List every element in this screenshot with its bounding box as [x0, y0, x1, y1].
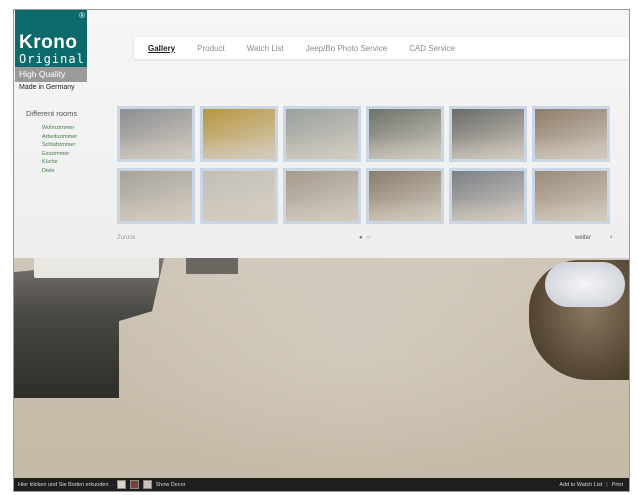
divider: | [606, 481, 608, 488]
add-to-watch-list-link[interactable]: Add to Watch List [559, 482, 602, 488]
decor-swatch[interactable] [129, 480, 139, 489]
pager-prev-link[interactable]: Zurück [117, 235, 135, 241]
decor-swatch[interactable] [116, 480, 126, 489]
tab-watch-list[interactable]: Watch List [247, 44, 284, 53]
logo-quality-label: High Quality [15, 67, 87, 82]
tab-gallery[interactable]: Gallery [148, 44, 175, 53]
crate-photo [186, 256, 238, 274]
sidebar-item-room[interactable]: Schlafzimmer [42, 141, 106, 150]
decor-swatch[interactable] [142, 480, 152, 489]
logo-line-krono: Krono [19, 32, 78, 53]
room-thumbnail[interactable] [532, 168, 610, 224]
cushion-photo [545, 262, 625, 307]
print-link[interactable]: Print [612, 482, 623, 488]
room-thumbnail[interactable] [117, 168, 195, 224]
sidebar-item-room[interactable]: Esszimmer [42, 150, 106, 159]
sidebar-item-room[interactable]: Wohnzimmer [42, 124, 106, 133]
chevron-right-icon[interactable]: › [610, 234, 612, 241]
room-thumbnail[interactable] [366, 168, 444, 224]
bottom-toolbar: Hier klicken und Sie Boden erkunden Show… [14, 478, 629, 491]
floor-hint-text: Hier klicken und Sie Boden erkunden [18, 481, 109, 488]
room-thumbnail[interactable] [532, 106, 610, 162]
room-thumbnail[interactable] [449, 168, 527, 224]
coffee-table-top-photo [34, 256, 159, 278]
tab-cad-service[interactable]: CAD Service [409, 44, 455, 53]
pager-next-link[interactable]: weiter [575, 235, 591, 241]
page-indicator[interactable]: ● ○ [359, 235, 371, 241]
bottom-actions: Add to Watch List | Print [559, 482, 629, 488]
registered-mark: ® [79, 11, 85, 20]
main-nav: Gallery Product Watch List Jeep/Bo Photo… [134, 37, 629, 59]
sidebar-item-room[interactable]: Arbeitszimmer [42, 133, 106, 142]
app-frame: ® Krono Original High Quality Made in Ge… [13, 9, 630, 492]
room-thumbnail[interactable] [366, 106, 444, 162]
room-thumbnail[interactable] [200, 168, 278, 224]
sidebar-item-room[interactable]: Diele [42, 167, 106, 176]
logo-line-original: Original [19, 52, 85, 66]
sidebar-title: Different rooms [26, 109, 78, 118]
room-thumbnail[interactable] [449, 106, 527, 162]
room-thumbnail[interactable] [283, 168, 361, 224]
room-thumbnail[interactable] [283, 106, 361, 162]
sidebar-item-room[interactable]: Küche [42, 158, 106, 167]
room-sidebar: Different rooms Wohnzimmer Arbeitszimmer… [26, 109, 106, 176]
tab-product[interactable]: Product [197, 44, 225, 53]
tab-photo-service[interactable]: Jeep/Bo Photo Service [306, 44, 387, 53]
show-decor-link[interactable]: Show Decor [156, 482, 186, 488]
made-in-germany-label: Made in Germany [19, 84, 75, 91]
room-thumbnail-grid [117, 106, 611, 224]
room-thumbnail[interactable] [200, 106, 278, 162]
room-thumbnail[interactable] [117, 106, 195, 162]
